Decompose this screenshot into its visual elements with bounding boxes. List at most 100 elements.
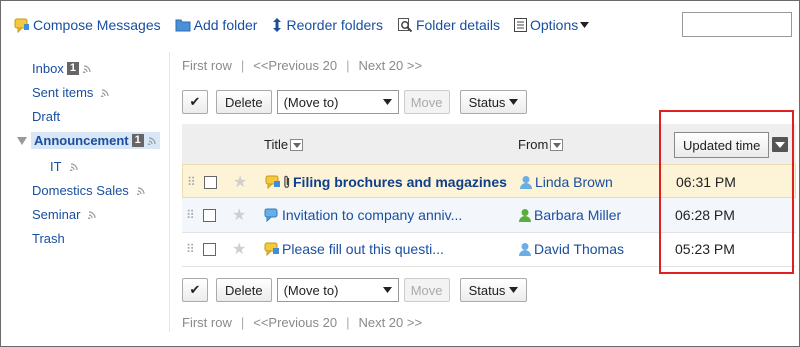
folder-icon <box>175 19 191 32</box>
first-row-link[interactable]: First row <box>182 315 232 330</box>
sender-link[interactable]: Barbara Miller <box>518 198 621 232</box>
reorder-arrows-icon <box>273 18 282 32</box>
next-20-link[interactable]: Next 20 >> <box>358 58 422 73</box>
sidebar-item-seminar[interactable]: Seminar <box>32 207 97 222</box>
reorder-folders-button[interactable]: Reorder folders <box>271 17 383 33</box>
star-icon[interactable]: ★ <box>233 165 247 199</box>
options-menu[interactable]: Options <box>514 17 592 33</box>
row-checkbox[interactable] <box>203 198 216 232</box>
action-bar-top: ✔ Delete (Move to) Move Status <box>182 90 528 114</box>
feed-icon <box>69 163 78 171</box>
title-column-header[interactable]: Title <box>264 137 304 152</box>
delete-button[interactable]: Delete <box>216 90 272 114</box>
feed-icon <box>82 65 91 73</box>
chevron-down-icon <box>382 287 392 293</box>
magnifier-document-icon <box>397 18 413 33</box>
move-to-select[interactable]: (Move to) <box>276 90 399 114</box>
inbox-label: Inbox <box>32 61 64 76</box>
inbox-count-badge: 1 <box>66 62 79 75</box>
delete-button[interactable]: Delete <box>216 278 272 302</box>
add-folder-label: Add folder <box>193 17 258 33</box>
list-icon <box>514 18 527 32</box>
title-header-label: Title <box>264 137 289 152</box>
chevron-down-icon <box>509 287 519 293</box>
pager-separator: | <box>240 315 245 330</box>
sender-link[interactable]: Linda Brown <box>519 165 613 199</box>
feed-icon <box>136 187 145 195</box>
it-label: IT <box>50 159 62 174</box>
folder-details-button[interactable]: Folder details <box>397 17 500 33</box>
sidebar-item-draft[interactable]: Draft <box>32 109 60 124</box>
pagination-bottom: First row | <<Previous 20 | Next 20 >> <box>182 315 422 330</box>
move-button[interactable]: Move <box>403 90 450 114</box>
attachment-icon <box>284 175 290 188</box>
status-button[interactable]: Status <box>459 278 528 302</box>
sender-link[interactable]: David Thomas <box>518 232 624 266</box>
next-20-link[interactable]: Next 20 >> <box>358 315 422 330</box>
pager-separator: | <box>240 58 245 73</box>
message-read-icon <box>264 208 278 222</box>
feed-icon <box>88 211 97 219</box>
message-title: Please fill out this questi... <box>282 241 444 257</box>
feed-icon <box>101 89 110 97</box>
sidebar-item-domestics-sales[interactable]: Domestics Sales <box>32 183 146 198</box>
status-label: Status <box>468 94 506 110</box>
message-title: Invitation to company anniv... <box>282 207 463 223</box>
draft-label: Draft <box>32 109 61 124</box>
compose-messages-button[interactable]: Compose Messages <box>14 17 161 33</box>
previous-20-link[interactable]: <<Previous 20 <box>253 58 337 73</box>
from-header-label: From <box>518 137 549 152</box>
drag-handle-icon[interactable]: ⠿ <box>187 165 196 199</box>
sent-label: Sent items <box>32 85 94 100</box>
sidebar-item-announcement[interactable]: Announcement 1 <box>31 132 160 149</box>
sender-name: David Thomas <box>534 241 625 257</box>
from-column-header[interactable]: From <box>518 137 564 152</box>
message-unread-icon <box>264 242 279 256</box>
feed-icon <box>147 137 156 145</box>
star-icon[interactable]: ★ <box>232 232 246 266</box>
sort-dropdown-icon[interactable] <box>290 138 304 151</box>
seminar-label: Seminar <box>32 207 81 222</box>
drag-handle-icon[interactable]: ⠿ <box>186 232 195 266</box>
row-checkbox[interactable] <box>204 165 217 199</box>
sort-dropdown-icon[interactable] <box>550 138 564 151</box>
action-bar-bottom: ✔ Delete (Move to) Move Status <box>182 278 528 302</box>
drag-handle-icon[interactable]: ⠿ <box>186 198 195 232</box>
star-icon[interactable]: ★ <box>232 198 246 232</box>
folder-details-label: Folder details <box>415 17 500 33</box>
chevron-down-icon <box>509 99 519 105</box>
sidebar-item-trash[interactable]: Trash <box>32 231 65 246</box>
pager-separator: | <box>346 58 350 73</box>
sidebar-item-inbox[interactable]: Inbox 1 <box>32 61 92 76</box>
previous-20-link[interactable]: <<Previous 20 <box>253 315 337 330</box>
options-label: Options <box>530 17 579 33</box>
move-button[interactable]: Move <box>403 278 450 302</box>
sender-name: Linda Brown <box>535 174 613 190</box>
message-unread-icon <box>265 175 280 189</box>
message-title-link[interactable]: Filing brochures and magazines <box>265 165 507 199</box>
status-label: Status <box>468 282 506 298</box>
move-to-select[interactable]: (Move to) <box>276 278 399 302</box>
chevron-down-icon <box>382 99 392 105</box>
pagination-top: First row | <<Previous 20 | Next 20 >> <box>182 58 422 73</box>
message-title-link[interactable]: Please fill out this questi... <box>264 232 444 266</box>
search-input[interactable] <box>682 12 792 37</box>
first-row-link[interactable]: First row <box>182 58 232 73</box>
tree-collapse-icon[interactable] <box>17 137 27 145</box>
sidebar-item-it[interactable]: IT <box>50 159 79 174</box>
row-checkbox[interactable] <box>203 232 216 266</box>
select-all-button[interactable]: ✔ <box>182 90 208 114</box>
reorder-label: Reorder folders <box>286 17 383 33</box>
add-folder-button[interactable]: Add folder <box>175 17 258 33</box>
user-icon <box>519 242 531 256</box>
status-button[interactable]: Status <box>459 90 528 114</box>
select-all-button[interactable]: ✔ <box>182 278 208 302</box>
sidebar-item-sent[interactable]: Sent items <box>32 85 110 100</box>
toolbar: Compose Messages Add folder Reorder fold… <box>14 14 606 36</box>
move-to-value: (Move to) <box>283 282 339 298</box>
sidebar-divider <box>169 52 170 332</box>
pager-separator: | <box>346 315 350 330</box>
message-title-link[interactable]: Invitation to company anniv... <box>264 198 462 232</box>
sender-name: Barbara Miller <box>534 207 622 223</box>
user-icon <box>520 175 532 189</box>
